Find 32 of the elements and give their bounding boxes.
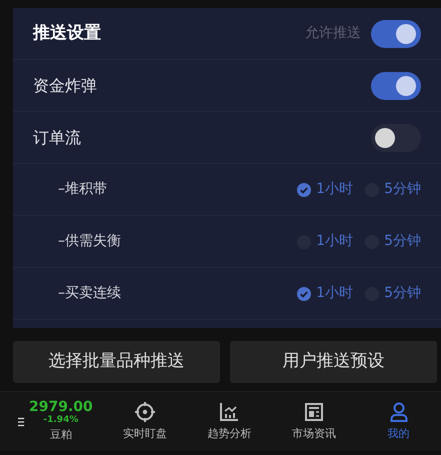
check-circle-icon xyxy=(297,182,312,196)
section-title: 推送设置 xyxy=(33,22,101,45)
action-button[interactable]: 选择批量品种推送 xyxy=(13,341,220,383)
chart-icon xyxy=(218,400,240,423)
tab-item[interactable]: 趋势分析 xyxy=(187,400,272,442)
check-circle-icon xyxy=(297,286,312,300)
tab-label: 豆粕 xyxy=(50,427,72,443)
radio-option[interactable]: 1小时 xyxy=(297,179,354,200)
toggle-switch[interactable] xyxy=(371,72,421,100)
news-icon xyxy=(303,400,326,423)
person-icon xyxy=(388,400,410,423)
radio-option[interactable]: 5分钟 xyxy=(365,283,421,304)
setting-label: 资金炸弹 xyxy=(33,74,97,96)
setting-label: 订单流 xyxy=(33,126,81,148)
setting-label: –堆积带 xyxy=(58,180,107,199)
tab-item[interactable]: 我的 xyxy=(356,400,441,442)
tab-item[interactable]: 市场资讯 xyxy=(272,400,356,442)
price-text: 2979.00 xyxy=(29,400,93,414)
setting-label: –供需失衡 xyxy=(58,232,121,251)
radio-option[interactable]: 1小时 xyxy=(297,283,354,304)
toggle-label: 允许推送 xyxy=(305,24,361,43)
menu-icon[interactable] xyxy=(18,416,25,426)
radio-option[interactable]: 5分钟 xyxy=(365,179,421,200)
change-text: -1.94% xyxy=(43,414,78,426)
toggle-switch[interactable] xyxy=(371,20,421,48)
radio-option[interactable]: 1小时 xyxy=(297,231,354,252)
tab-item[interactable]: 实时盯盘 xyxy=(102,400,188,442)
setting-label: –买卖连续 xyxy=(58,284,121,303)
action-button[interactable]: 用户推送预设 xyxy=(230,341,437,383)
toggle-switch[interactable] xyxy=(371,124,421,152)
radio-option[interactable]: 5分钟 xyxy=(365,231,421,252)
target-icon xyxy=(134,400,156,423)
